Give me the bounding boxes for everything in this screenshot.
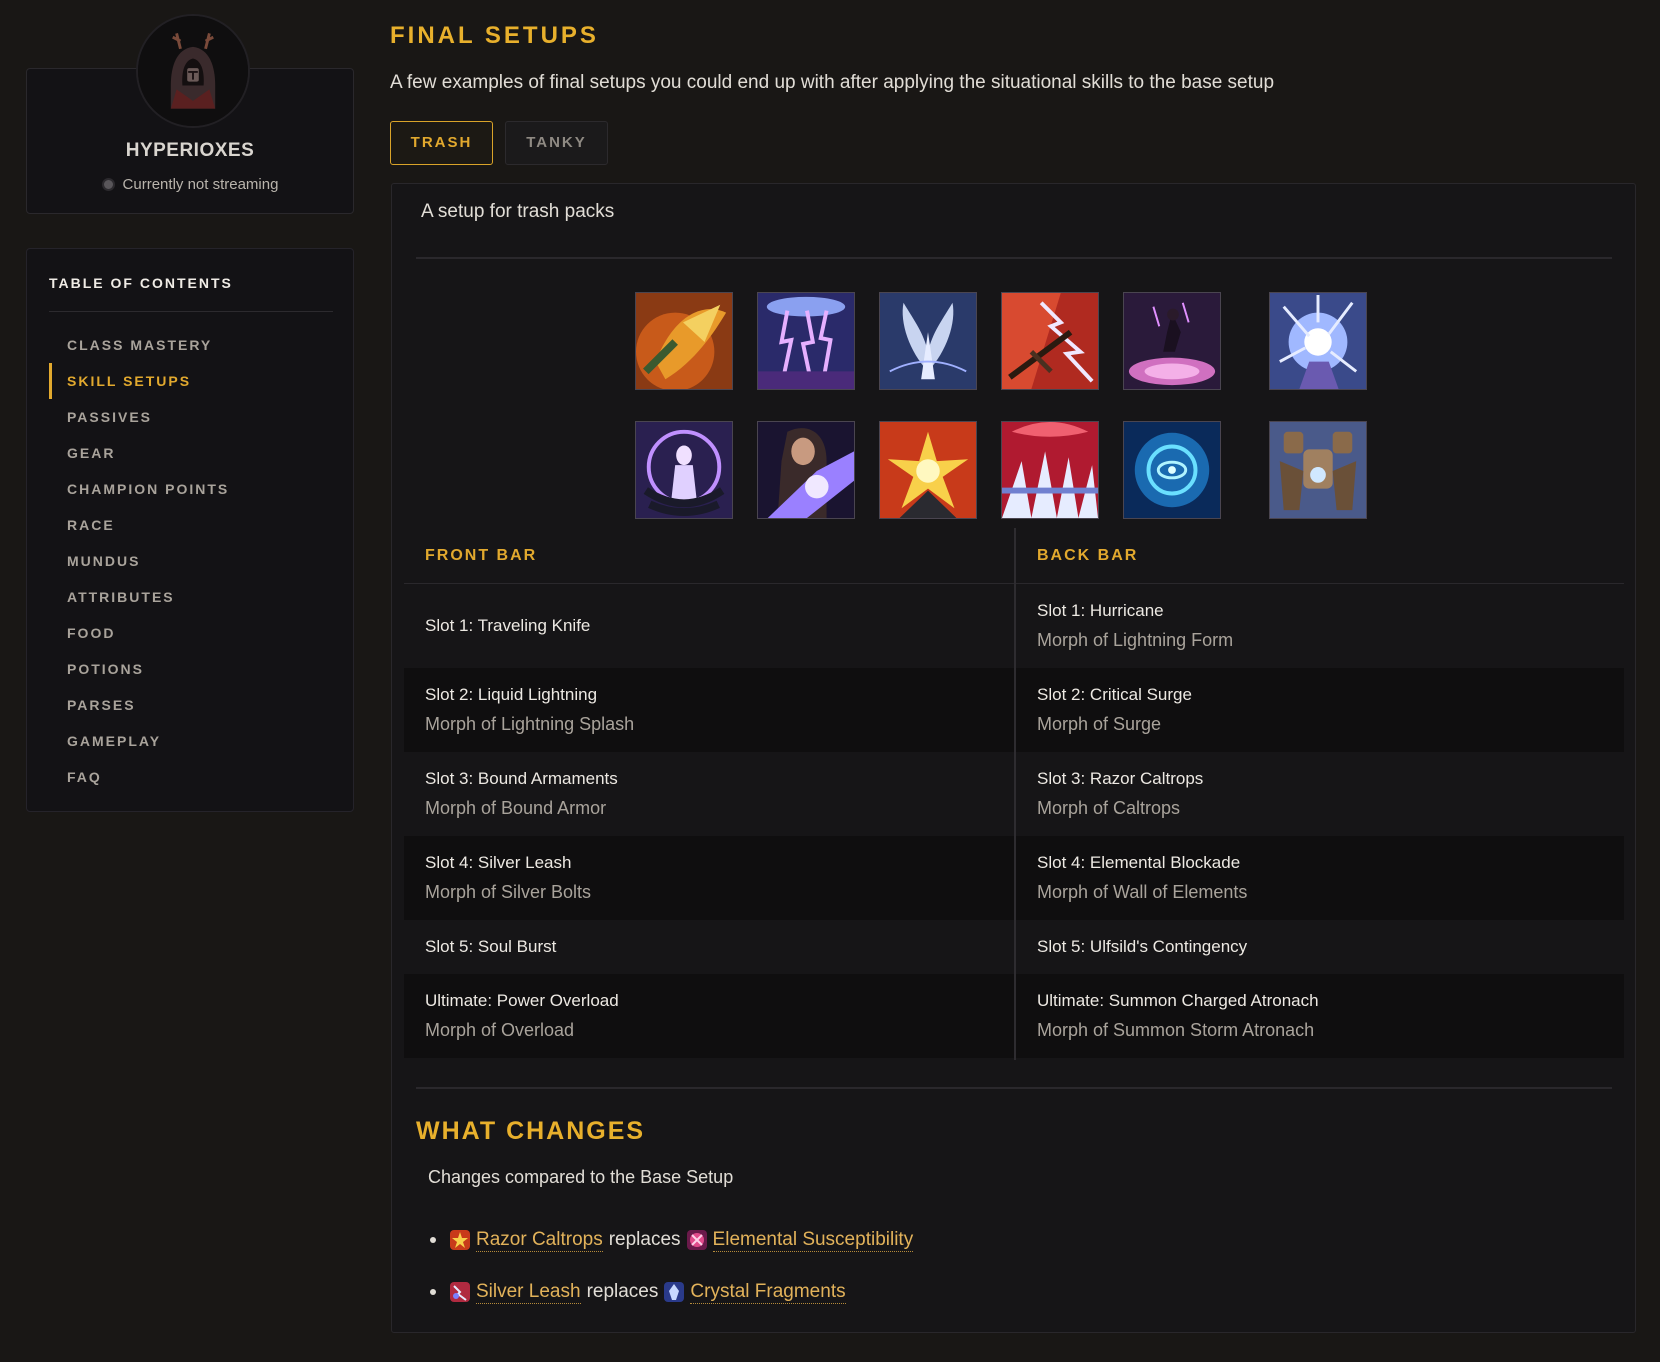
toc-item-mundus[interactable]: MUNDUS	[49, 543, 333, 579]
front-bar-slot-5: Slot 5: Soul Burst	[404, 920, 1014, 974]
tab-trash[interactable]: TRASH	[390, 121, 493, 165]
liquid-lightning-icon[interactable]	[757, 292, 855, 390]
slot-name: Ultimate: Summon Charged Atronach	[1037, 991, 1319, 1010]
toc-item-champion-points[interactable]: CHAMPION POINTS	[49, 471, 333, 507]
front-bar: FRONT BAR Slot 1: Traveling Knife Slot 2…	[404, 528, 1014, 1058]
front-bar-slot-4: Slot 4: Silver Leash Morph of Silver Bol…	[404, 836, 1014, 920]
slot-name: Ultimate: Power Overload	[425, 991, 619, 1010]
page-intro: A few examples of final setups you could…	[390, 72, 1275, 93]
power-overload-icon[interactable]	[1269, 292, 1367, 390]
toc-item-food[interactable]: FOOD	[49, 615, 333, 651]
divider	[416, 257, 1612, 259]
bullet	[430, 1289, 436, 1295]
elemental-susceptibility-icon	[686, 1230, 707, 1250]
front-bar-ultimate: Ultimate: Power Overload Morph of Overlo…	[404, 974, 1014, 1058]
slot-name: Slot 1: Traveling Knife	[425, 616, 591, 635]
back-bar-slot-3: Slot 3: Razor Caltrops Morph of Caltrops	[1016, 752, 1624, 836]
hooded-figure-icon	[138, 16, 248, 126]
slot-name: Slot 5: Ulfsild's Contingency	[1037, 937, 1248, 956]
front-bar-slot-3: Slot 3: Bound Armaments Morph of Bound A…	[404, 752, 1014, 836]
front-bar-slot-1: Slot 1: Traveling Knife	[404, 584, 1014, 668]
critical-surge-icon[interactable]	[757, 421, 855, 519]
skill-link-razor-caltrops[interactable]: Razor Caltrops	[476, 1229, 603, 1252]
setup-panel: A setup for trash packs FRONT BAR Slot 1…	[391, 183, 1636, 1333]
slot-name: Slot 2: Liquid Lightning	[425, 685, 598, 704]
slot-name: Slot 4: Silver Leash	[425, 853, 572, 872]
slot-name: Slot 1: Hurricane	[1037, 601, 1164, 620]
toc-item-gear[interactable]: GEAR	[49, 435, 333, 471]
slot-morph: Morph of Bound Armor	[425, 798, 607, 818]
toc-item-gameplay[interactable]: GAMEPLAY	[49, 723, 333, 759]
list-item: Silver Leash replaces Crystal Fragments	[430, 1266, 919, 1318]
divider	[416, 1087, 1612, 1089]
toc-item-skill-setups[interactable]: SKILL SETUPS	[49, 363, 333, 399]
slot-name: Slot 3: Razor Caltrops	[1037, 769, 1204, 788]
back-bar-slot-4: Slot 4: Elemental Blockade Morph of Wall…	[1016, 836, 1624, 920]
toc-item-potions[interactable]: POTIONS	[49, 651, 333, 687]
table-of-contents: TABLE OF CONTENTS CLASS MASTERY SKILL SE…	[26, 248, 354, 812]
traveling-knife-icon[interactable]	[635, 292, 733, 390]
slot-morph: Morph of Silver Bolts	[425, 882, 592, 902]
back-bar-ultimate: Ultimate: Summon Charged Atronach Morph …	[1016, 974, 1624, 1058]
slot-morph: Morph of Surge	[1037, 714, 1162, 734]
elemental-blockade-icon[interactable]	[1001, 421, 1099, 519]
slot-morph: Morph of Caltrops	[1037, 798, 1181, 818]
silver-leash-icon[interactable]	[1001, 292, 1099, 390]
back-bar-slot-1: Slot 1: Hurricane Morph of Lightning For…	[1016, 584, 1624, 668]
back-bar-heading: BACK BAR	[1016, 528, 1624, 584]
tab-tanky[interactable]: TANKY	[505, 121, 608, 165]
slot-morph: Morph of Overload	[425, 1020, 575, 1040]
slot-name: Slot 4: Elemental Blockade	[1037, 853, 1241, 872]
bound-armaments-icon[interactable]	[879, 292, 977, 390]
slot-morph: Morph of Wall of Elements	[1037, 882, 1248, 902]
back-bar-slot-5: Slot 5: Ulfsild's Contingency	[1016, 920, 1624, 974]
toc-item-race[interactable]: RACE	[49, 507, 333, 543]
back-bar-slot-2: Slot 2: Critical Surge Morph of Surge	[1016, 668, 1624, 752]
slot-name: Slot 3: Bound Armaments	[425, 769, 618, 788]
toc-item-attributes[interactable]: ATTRIBUTES	[49, 579, 333, 615]
page-title: FINAL SETUPS	[390, 22, 599, 49]
toc-title: TABLE OF CONTENTS	[49, 275, 233, 291]
ulfsilds-contingency-icon[interactable]	[1123, 421, 1221, 519]
profile-name: HYPERIOXES	[125, 140, 255, 161]
offline-status-dot	[101, 178, 115, 191]
toc-item-faq[interactable]: FAQ	[49, 759, 333, 795]
slot-morph: Morph of Lightning Splash	[425, 714, 635, 734]
list-item: Razor Caltrops replaces Elemental Suscep…	[430, 1214, 919, 1266]
stream-status: Currently not streaming	[26, 176, 354, 193]
front-bar-slot-2: Slot 2: Liquid Lightning Morph of Lightn…	[404, 668, 1014, 752]
changes-list: Razor Caltrops replaces Elemental Suscep…	[430, 1214, 919, 1318]
slot-name: Slot 2: Critical Surge	[1037, 685, 1192, 704]
changes-title: WHAT CHANGES	[416, 1117, 646, 1145]
slot-morph: Morph of Summon Storm Atronach	[1037, 1020, 1315, 1040]
changes-subtitle: Changes compared to the Base Setup	[428, 1167, 734, 1187]
skill-link-crystal-fragments[interactable]: Crystal Fragments	[690, 1281, 846, 1304]
setup-description: A setup for trash packs	[421, 201, 615, 222]
replaces-text: replaces	[608, 1229, 681, 1250]
back-bar: BACK BAR Slot 1: Hurricane Morph of Ligh…	[1016, 528, 1624, 1058]
hurricane-icon[interactable]	[635, 421, 733, 519]
toc-item-parses[interactable]: PARSES	[49, 687, 333, 723]
crystal-fragments-icon	[664, 1282, 685, 1302]
replaces-text: replaces	[586, 1281, 659, 1302]
front-bar-heading: FRONT BAR	[404, 528, 1014, 584]
slot-name: Slot 5: Soul Burst	[425, 937, 557, 956]
razor-caltrops-icon[interactable]	[879, 421, 977, 519]
skill-link-elemental-susceptibility[interactable]: Elemental Susceptibility	[712, 1229, 914, 1252]
soul-burst-icon[interactable]	[1123, 292, 1221, 390]
toc-divider	[49, 311, 333, 312]
toc-item-passives[interactable]: PASSIVES	[49, 399, 333, 435]
toc-list: CLASS MASTERY SKILL SETUPS PASSIVES GEAR…	[49, 327, 333, 795]
razor-caltrops-icon	[450, 1230, 470, 1250]
stream-status-text: Currently not streaming	[122, 176, 279, 193]
avatar[interactable]	[136, 14, 250, 128]
skill-link-silver-leash[interactable]: Silver Leash	[476, 1281, 581, 1304]
toc-item-class-mastery[interactable]: CLASS MASTERY	[49, 327, 333, 363]
bullet	[430, 1237, 436, 1243]
slot-morph: Morph of Lightning Form	[1037, 630, 1234, 650]
silver-leash-icon	[450, 1282, 470, 1302]
summon-charged-atronach-icon[interactable]	[1269, 421, 1367, 519]
